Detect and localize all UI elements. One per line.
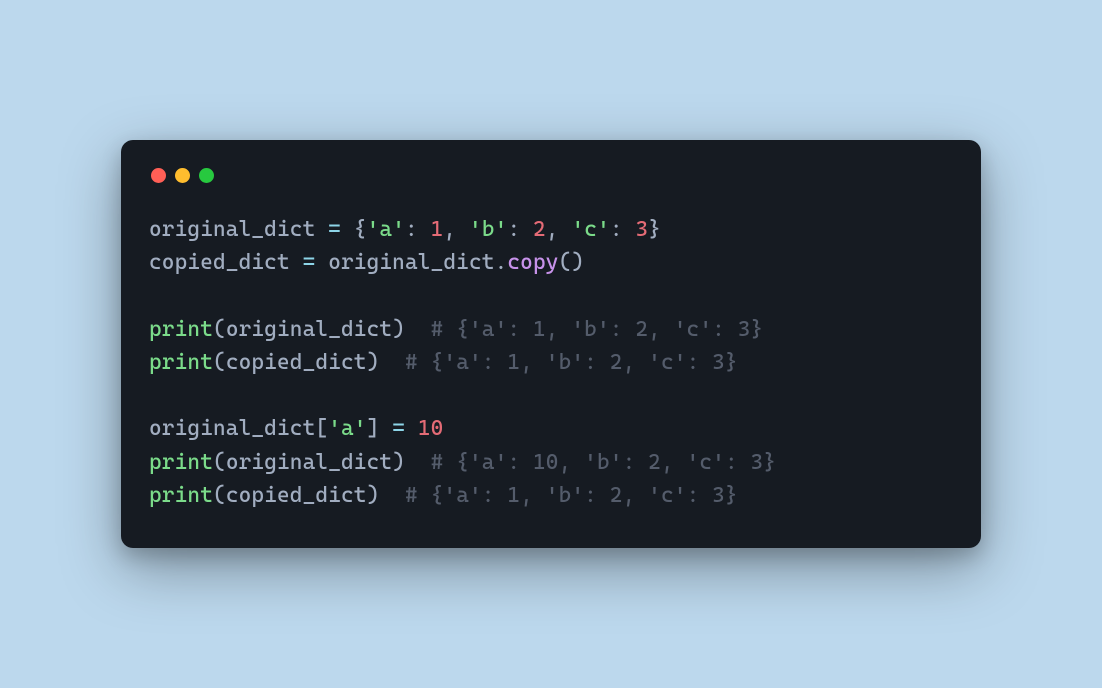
- brace: {: [354, 217, 367, 242]
- string: 'c': [571, 217, 609, 242]
- number: 10: [418, 416, 444, 441]
- code-line-2: copied_dict = original_dict.copy(): [149, 250, 584, 275]
- operator: =: [290, 250, 328, 275]
- code-window: original_dict = {'a': 1, 'b': 2, 'c': 3}…: [121, 140, 981, 549]
- identifier: original_dict: [328, 250, 494, 275]
- function-call: print: [149, 450, 213, 475]
- punct: :: [405, 217, 431, 242]
- method: copy: [507, 250, 558, 275]
- function-call: print: [149, 350, 213, 375]
- identifier: original_dict: [149, 217, 315, 242]
- punct: ,: [443, 217, 469, 242]
- identifier: original_dict: [226, 317, 392, 342]
- comment: # {'a': 1, 'b': 2, 'c': 3}: [431, 317, 764, 342]
- close-icon[interactable]: [151, 168, 166, 183]
- identifier: copied_dict: [149, 250, 290, 275]
- identifier: original_dict: [149, 416, 315, 441]
- function-call: print: [149, 317, 213, 342]
- string: 'b': [469, 217, 507, 242]
- bracket: [: [315, 416, 328, 441]
- pad: [405, 450, 431, 475]
- code-line-5: print(copied_dict) # {'a': 1, 'b': 2, 'c…: [149, 350, 738, 375]
- paren: (): [559, 250, 585, 275]
- punct: :: [610, 217, 636, 242]
- window-titlebar: [149, 164, 953, 183]
- paren: (: [213, 317, 226, 342]
- string: 'a': [328, 416, 366, 441]
- code-line-8: print(original_dict) # {'a': 10, 'b': 2,…: [149, 450, 776, 475]
- operator: =: [379, 416, 417, 441]
- code-line-9: print(copied_dict) # {'a': 1, 'b': 2, 'c…: [149, 483, 738, 508]
- comment: # {'a': 1, 'b': 2, 'c': 3}: [405, 483, 738, 508]
- minimize-icon[interactable]: [175, 168, 190, 183]
- pad: [405, 317, 431, 342]
- paren: ): [367, 483, 380, 508]
- paren: ): [392, 450, 405, 475]
- number: 1: [431, 217, 444, 242]
- brace: }: [648, 217, 661, 242]
- identifier: copied_dict: [226, 350, 367, 375]
- comment: # {'a': 1, 'b': 2, 'c': 3}: [405, 350, 738, 375]
- paren: ): [392, 317, 405, 342]
- pad: [379, 483, 405, 508]
- paren: (: [213, 483, 226, 508]
- maximize-icon[interactable]: [199, 168, 214, 183]
- operator: =: [315, 217, 353, 242]
- code-line-1: original_dict = {'a': 1, 'b': 2, 'c': 3}: [149, 217, 661, 242]
- identifier: copied_dict: [226, 483, 367, 508]
- paren: (: [213, 350, 226, 375]
- code-line-4: print(original_dict) # {'a': 1, 'b': 2, …: [149, 317, 763, 342]
- string: 'a': [367, 217, 405, 242]
- function-call: print: [149, 483, 213, 508]
- pad: [379, 350, 405, 375]
- number: 2: [533, 217, 546, 242]
- code-line-7: original_dict['a'] = 10: [149, 416, 443, 441]
- blank-line: [149, 283, 162, 308]
- bracket: ]: [367, 416, 380, 441]
- paren: (: [213, 450, 226, 475]
- punct: .: [495, 250, 508, 275]
- punct: :: [507, 217, 533, 242]
- paren: ): [367, 350, 380, 375]
- code-block: original_dict = {'a': 1, 'b': 2, 'c': 3}…: [149, 213, 953, 513]
- comment: # {'a': 10, 'b': 2, 'c': 3}: [431, 450, 777, 475]
- blank-line: [149, 383, 162, 408]
- punct: ,: [546, 217, 572, 242]
- identifier: original_dict: [226, 450, 392, 475]
- number: 3: [635, 217, 648, 242]
